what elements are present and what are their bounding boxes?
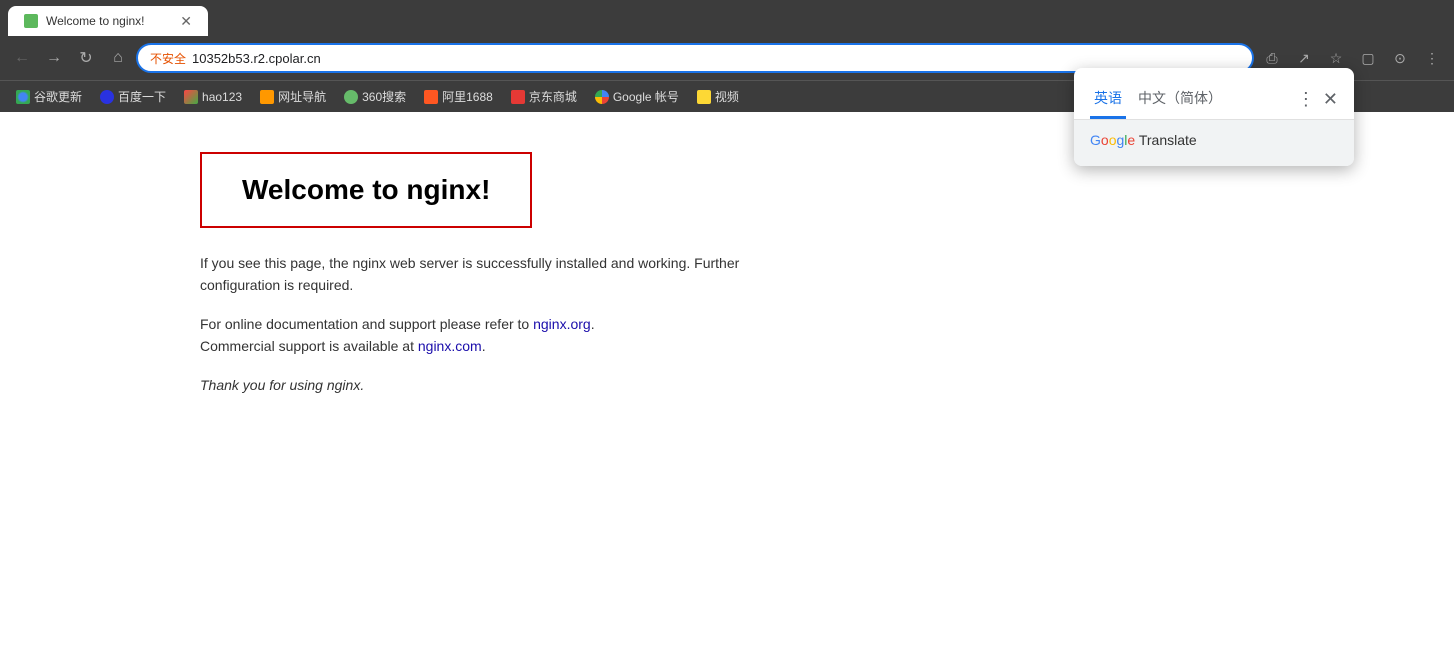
nginx-para2-prefix: For online documentation and support ple…	[200, 316, 533, 332]
tab-bar: Welcome to nginx! ✕	[0, 0, 1454, 36]
360-icon	[344, 90, 358, 104]
page-title: Welcome to nginx!	[242, 174, 490, 206]
google-o1: o	[1101, 132, 1109, 148]
nav-icon	[260, 90, 274, 104]
nginx-paragraph-2: For online documentation and support ple…	[200, 313, 760, 358]
bookmark-google-update[interactable]: 谷歌更新	[8, 84, 90, 109]
tab-close-button[interactable]: ✕	[180, 13, 192, 30]
bookmark-label: hao123	[202, 90, 242, 104]
hao123-icon	[184, 90, 198, 104]
translate-tab-chinese[interactable]: 中文（简体）	[1134, 80, 1226, 119]
more-button[interactable]: ⋮	[1418, 44, 1446, 72]
nginx-paragraph-3: Thank you for using nginx.	[200, 374, 760, 396]
google-e: e	[1127, 132, 1135, 148]
security-warning: 不安全	[150, 50, 186, 67]
forward-button[interactable]: →	[40, 44, 68, 72]
nginx-com-link[interactable]: nginx.com	[418, 338, 482, 354]
translate-popup: 英语 中文（简体） ⋮ ✕ Google Translate	[1074, 68, 1354, 166]
bookmark-label: 京东商城	[529, 88, 577, 105]
google-account-icon	[595, 90, 609, 104]
nginx-paragraph-1: If you see this page, the nginx web serv…	[200, 252, 760, 297]
translate-close-button[interactable]: ✕	[1323, 89, 1338, 110]
alibaba-icon	[424, 90, 438, 104]
tab-favicon	[24, 14, 38, 28]
nginx-thankyou: Thank you for using nginx.	[200, 377, 364, 393]
translate-header: 英语 中文（简体） ⋮ ✕	[1074, 68, 1354, 119]
bookmark-nav[interactable]: 网址导航	[252, 84, 334, 109]
google-update-icon	[16, 90, 30, 104]
bookmark-alibaba[interactable]: 阿里1688	[416, 84, 501, 109]
bookmark-google-account[interactable]: Google 帐号	[587, 84, 687, 109]
nginx-para2-suffix: .	[482, 338, 486, 354]
bookmark-baidu[interactable]: 百度一下	[92, 84, 174, 109]
active-tab[interactable]: Welcome to nginx! ✕	[8, 6, 208, 36]
nginx-org-link[interactable]: nginx.org	[533, 316, 591, 332]
back-button[interactable]: ←	[8, 44, 36, 72]
bookmark-label: Google 帐号	[613, 88, 679, 105]
bookmark-hao123[interactable]: hao123	[176, 86, 250, 108]
translate-tab-english[interactable]: 英语	[1090, 80, 1126, 119]
window-button[interactable]: ▢	[1354, 44, 1382, 72]
home-button[interactable]: ⌂	[104, 44, 132, 72]
nginx-para2-middle: Commercial support is available at	[200, 338, 418, 354]
bookmark-label: 百度一下	[118, 88, 166, 105]
tab-title: Welcome to nginx!	[46, 14, 172, 28]
translate-menu-button[interactable]: ⋮	[1297, 89, 1315, 110]
jd-icon	[511, 90, 525, 104]
bookmark-label: 视频	[715, 88, 739, 105]
bookmark-video[interactable]: 视频	[689, 84, 747, 109]
video-icon	[697, 90, 711, 104]
bookmark-jd[interactable]: 京东商城	[503, 84, 585, 109]
welcome-box: Welcome to nginx!	[200, 152, 532, 228]
google-translate-label: Google Translate	[1090, 132, 1197, 148]
reload-button[interactable]: ↻	[72, 44, 100, 72]
nginx-body: If you see this page, the nginx web serv…	[200, 252, 760, 396]
baidu-icon	[100, 90, 114, 104]
url-text: 10352b53.r2.cpolar.cn	[192, 51, 321, 66]
google-g: G	[1090, 132, 1101, 148]
bookmark-label: 360搜索	[362, 88, 406, 105]
bookmark-label: 谷歌更新	[34, 88, 82, 105]
bookmark-label: 阿里1688	[442, 88, 493, 105]
bookmark-label: 网址导航	[278, 88, 326, 105]
translate-body: Google Translate	[1074, 120, 1354, 166]
profile-button[interactable]: ⊙	[1386, 44, 1414, 72]
page-content: Welcome to nginx! If you see this page, …	[0, 112, 1454, 646]
translate-word: Translate	[1139, 132, 1197, 148]
bookmark-360[interactable]: 360搜索	[336, 84, 414, 109]
